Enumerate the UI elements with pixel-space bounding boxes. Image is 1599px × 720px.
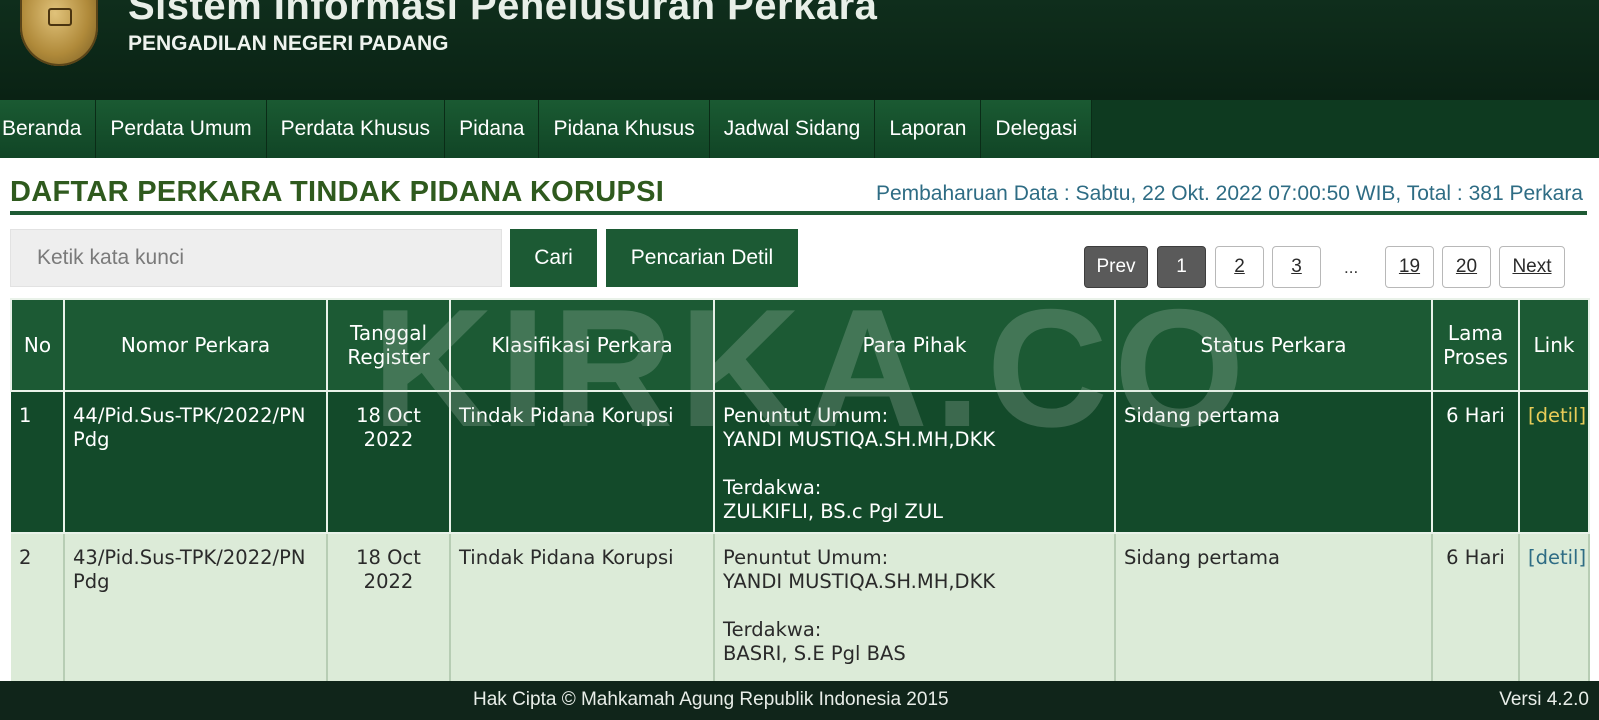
pagination-next[interactable]: Next (1499, 246, 1565, 288)
pihak-value: ZULKIFLI, BS.c Pgl ZUL (723, 500, 944, 523)
footer-copyright: Hak Cipta © Mahkamah Agung Republik Indo… (473, 689, 949, 710)
court-emblem-icon (20, 0, 98, 66)
case-table: No Nomor Perkara Tanggal Register Klasif… (10, 298, 1590, 681)
cell-para-pihak: Penuntut Umum: YANDI MUSTIQA.SH.MH,DKK T… (714, 391, 1116, 534)
pihak-label: Penuntut Umum: (723, 404, 889, 427)
footer-version: Versi 4.2.0 (1499, 689, 1589, 710)
nav-item-pidana[interactable]: Pidana (445, 100, 540, 158)
page-title: DAFTAR PERKARA TINDAK PIDANA KORUPSI (10, 176, 665, 208)
pagination-page-2[interactable]: 2 (1215, 246, 1264, 288)
nav-item-perdata-khusus[interactable]: Perdata Khusus (266, 100, 446, 158)
cell-nomor-perkara: 43/Pid.Sus-TPK/2022/PN Pdg (64, 533, 328, 681)
pihak-label: Terdakwa: (723, 618, 822, 641)
cell-tanggal-register: 18 Oct 2022 (327, 533, 451, 681)
pihak-label: Penuntut Umum: (723, 546, 889, 569)
col-header-klasifikasi[interactable]: Klasifikasi Perkara (449, 298, 715, 392)
col-header-no[interactable]: No (10, 298, 65, 392)
detil-link[interactable]: [detil] (1528, 546, 1586, 569)
cell-tanggal-register: 18 Oct 2022 (327, 391, 451, 534)
nav-item-delegasi[interactable]: Delegasi (981, 100, 1093, 158)
cell-status: Sidang pertama (1115, 391, 1433, 534)
cell-klasifikasi: Tindak Pidana Korupsi (450, 391, 715, 534)
cell-klasifikasi: Tindak Pidana Korupsi (450, 533, 715, 681)
pihak-label: Terdakwa: (723, 476, 822, 499)
pagination-page-19[interactable]: 19 (1385, 246, 1434, 288)
cell-no: 1 (11, 391, 65, 534)
pagination-prev[interactable]: Prev (1084, 246, 1148, 288)
col-header-lama-proses[interactable]: Lama Proses (1431, 298, 1520, 392)
col-header-tanggal-register[interactable]: Tanggal Register (326, 298, 451, 392)
cell-link: [detil] (1519, 533, 1590, 681)
table-row[interactable]: 1 44/Pid.Sus-TPK/2022/PN Pdg 18 Oct 2022… (11, 391, 1590, 534)
cell-lama-proses: 6 Hari (1432, 533, 1520, 681)
court-name: PENGADILAN NEGERI PADANG (128, 32, 449, 55)
search-button[interactable]: Cari (510, 229, 597, 287)
pagination-page-current[interactable]: 1 (1157, 246, 1206, 288)
cell-lama-proses: 6 Hari (1432, 391, 1520, 534)
table-row[interactable]: 2 43/Pid.Sus-TPK/2022/PN Pdg 18 Oct 2022… (11, 533, 1590, 681)
detil-link[interactable]: [detil] (1528, 404, 1586, 427)
pagination-page-3[interactable]: 3 (1272, 246, 1321, 288)
cell-status: Sidang pertama (1115, 533, 1433, 681)
title-divider (10, 211, 1587, 215)
site-header: Sistem Informasi Penelusuran Perkara PEN… (0, 0, 1599, 100)
cell-no: 2 (11, 533, 65, 681)
update-info: Pembaharuan Data : Sabtu, 22 Okt. 2022 0… (875, 182, 1583, 205)
pagination-ellipsis: ... (1344, 258, 1359, 277)
table-header-row: No Nomor Perkara Tanggal Register Klasif… (10, 298, 1590, 392)
nav-item-jadwal-sidang[interactable]: Jadwal Sidang (709, 100, 876, 158)
pagination-page-20[interactable]: 20 (1442, 246, 1491, 288)
cell-link: [detil] (1519, 391, 1590, 534)
site-footer: Hak Cipta © Mahkamah Agung Republik Indo… (0, 681, 1599, 720)
pihak-spacer (723, 452, 1106, 476)
site-title: Sistem Informasi Penelusuran Perkara (128, 0, 878, 28)
advanced-search-button[interactable]: Pencarian Detil (606, 229, 798, 287)
pihak-spacer (723, 594, 1106, 618)
search-input[interactable] (10, 229, 502, 287)
pihak-value: BASRI, S.E Pgl BAS (723, 642, 906, 665)
col-header-nomor-perkara[interactable]: Nomor Perkara (63, 298, 328, 392)
cell-para-pihak: Penuntut Umum: YANDI MUSTIQA.SH.MH,DKK T… (714, 533, 1116, 681)
col-header-para-pihak: Para Pihak (713, 298, 1116, 392)
nav-item-pidana-khusus[interactable]: Pidana Khusus (539, 100, 710, 158)
col-header-link: Link (1518, 298, 1590, 392)
cell-nomor-perkara: 44/Pid.Sus-TPK/2022/PN Pdg (64, 391, 328, 534)
nav-item-laporan[interactable]: Laporan (875, 100, 982, 158)
col-header-status[interactable]: Status Perkara (1114, 298, 1433, 392)
pihak-value: YANDI MUSTIQA.SH.MH,DKK (723, 570, 996, 593)
nav-item-perdata-umum[interactable]: Perdata Umum (96, 100, 267, 158)
nav-item-beranda[interactable]: Beranda (0, 100, 97, 158)
pihak-value: YANDI MUSTIQA.SH.MH,DKK (723, 428, 996, 451)
main-nav: Beranda Perdata Umum Perdata Khusus Pida… (0, 100, 1599, 158)
